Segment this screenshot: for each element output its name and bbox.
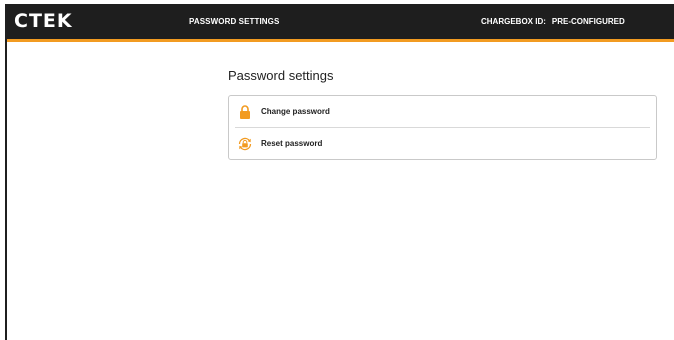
chargebox-id-value: PRE-CONFIGURED	[551, 17, 625, 26]
chargebox-id-label: CHARGEBOX ID:	[481, 17, 546, 26]
reset-password-label: Reset password	[261, 139, 323, 148]
lock-icon	[237, 104, 253, 120]
page-nav-title: PASSWORD SETTINGS	[189, 17, 280, 26]
lock-reset-icon	[237, 136, 253, 152]
top-bar: CTEK PASSWORD SETTINGS CHARGEBOX ID: PRE-…	[7, 4, 674, 42]
change-password-item[interactable]: Change password	[235, 96, 650, 128]
chargebox-id: CHARGEBOX ID: PRE-CONFIGURED	[481, 4, 625, 39]
change-password-label: Change password	[261, 107, 330, 116]
ctek-logo[interactable]: CTEK	[14, 11, 73, 31]
page-title: Password settings	[228, 68, 334, 83]
reset-password-item[interactable]: Reset password	[235, 128, 650, 159]
app-window: CTEK PASSWORD SETTINGS CHARGEBOX ID: PRE-…	[5, 4, 674, 340]
password-options-card: Change password Reset password	[228, 95, 657, 160]
